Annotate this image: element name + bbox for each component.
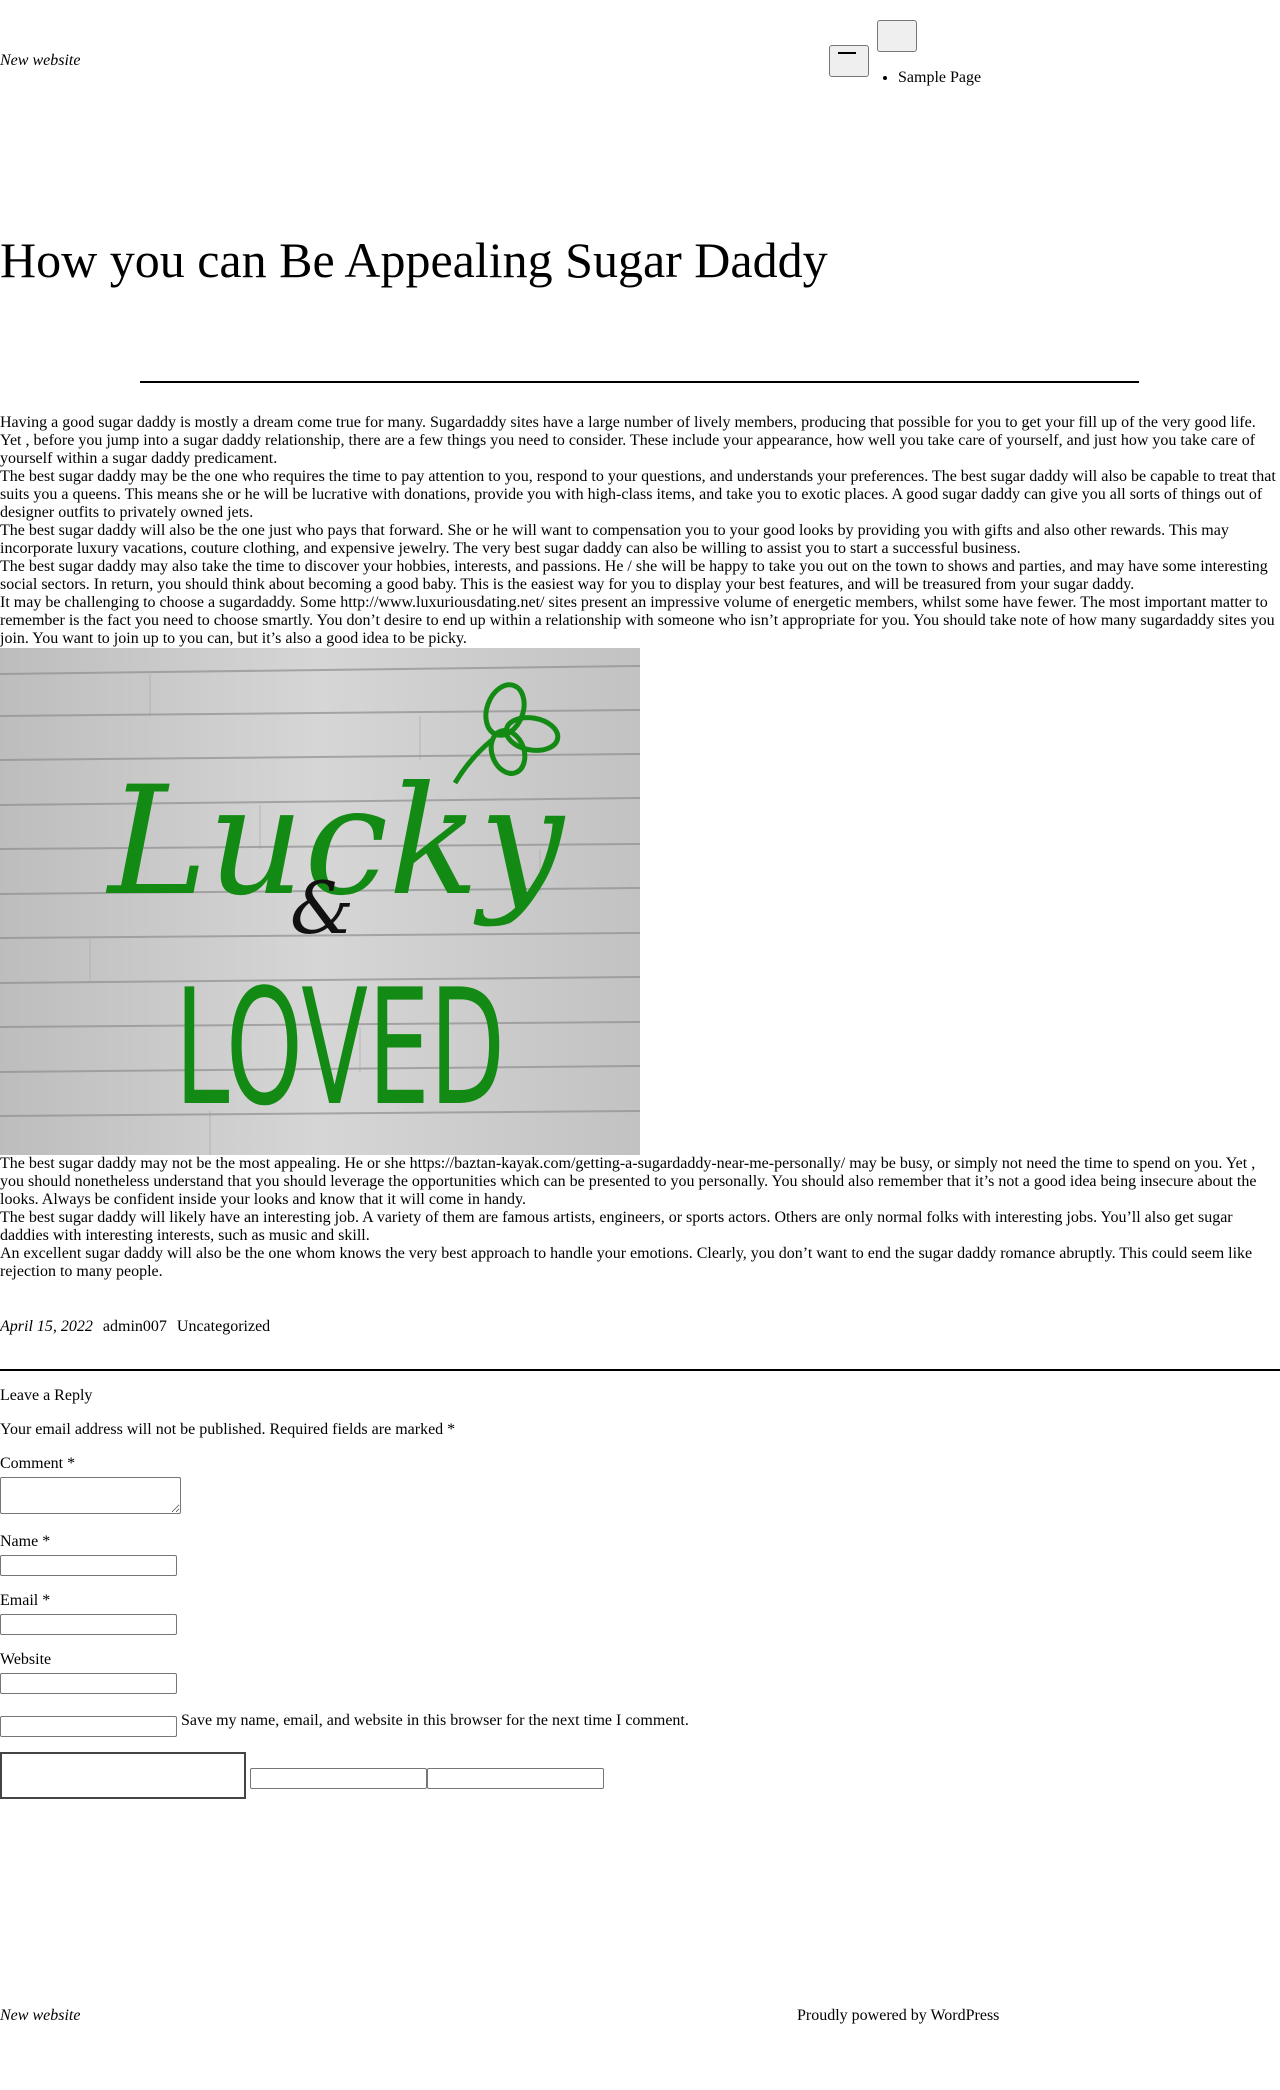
comment-notes: Your email address will not be published… [0,1421,456,1438]
consent-checkbox[interactable] [0,1716,177,1737]
post-title: How you can Be Appealing Sugar Daddy [0,232,828,288]
paragraph: The best sugar daddy will likely have an… [0,1209,1233,1244]
email-field[interactable] [0,1614,177,1635]
comment-label: Comment * [0,1455,76,1472]
footer-site-title[interactable]: New website [0,2007,80,2025]
title-separator [140,381,1139,383]
comment-field[interactable] [0,1477,181,1514]
post-date[interactable]: April 15, 2022 [0,1318,93,1335]
site-title[interactable]: New website [0,52,80,70]
paragraph: The best sugar daddy may also take the t… [0,558,1268,593]
image-ampersand: & [290,866,354,950]
reply-title: Leave a Reply [0,1387,93,1404]
email-label: Email * [0,1592,51,1609]
post-meta: April 15, 2022 admin007 Uncategorized [0,1318,276,1336]
paragraph: An excellent sugar daddy will also be th… [0,1245,1253,1280]
paragraph: The best sugar daddy will also be the on… [0,522,1229,557]
name-field[interactable] [0,1555,177,1576]
website-field[interactable] [0,1673,177,1694]
paragraph: Having a good sugar daddy is mostly a dr… [0,414,1256,467]
image-word-loved: LOVED [175,954,505,1141]
primary-navigation: Sample Page [898,68,981,88]
close-menu-button[interactable] [877,20,917,52]
lucky-and-loved-image: Lucky & LOVED [0,648,640,1155]
paragraph: The best sugar daddy may be the one who … [0,468,1276,521]
name-label: Name * [0,1533,51,1550]
comments-separator [0,1369,1280,1371]
consent-label: Save my name, email, and website in this… [181,1712,689,1729]
post-author[interactable]: admin007 [103,1318,167,1335]
paragraph: The best sugar daddy may not be the most… [0,1155,1257,1208]
post-content: Having a good sugar daddy is mostly a dr… [0,414,1278,1281]
post-category[interactable]: Uncategorized [177,1318,270,1335]
paragraph: It may be challenging to choose a sugard… [0,594,1275,647]
hidden-field[interactable] [427,1768,604,1789]
website-label: Website [0,1651,52,1668]
nav-item-sample-page[interactable]: Sample Page [898,68,981,88]
powered-by-link[interactable]: Proudly powered by WordPress [797,2007,999,2025]
menu-icon [838,52,856,54]
hidden-field[interactable] [250,1768,427,1789]
post-comment-button[interactable] [0,1752,246,1799]
open-menu-button[interactable] [829,45,869,77]
